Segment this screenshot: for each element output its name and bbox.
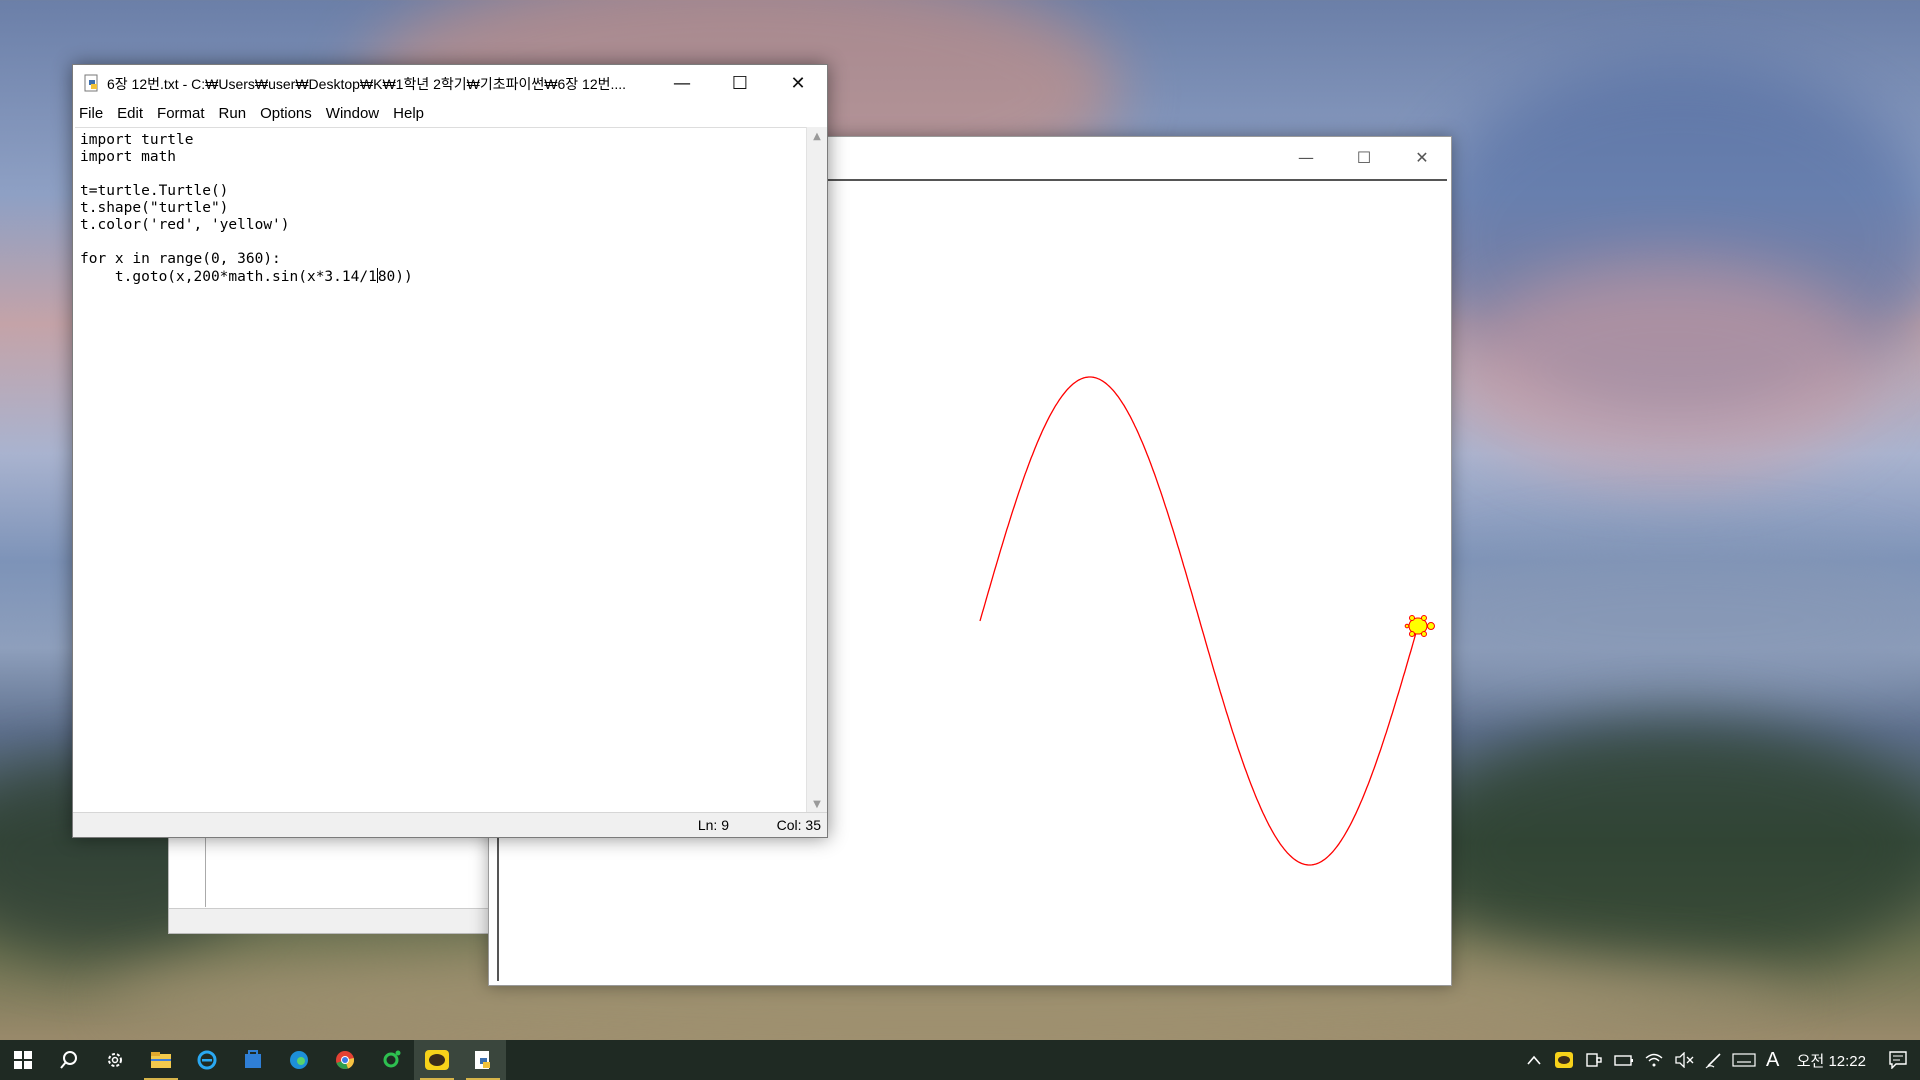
wallpaper-trees	[1420, 720, 1920, 980]
status-line: Ln: 9	[697, 817, 729, 833]
menu-run[interactable]: Run	[219, 105, 247, 122]
idle-editor-window[interactable]: 6장 12번.txt - C:₩Users₩user₩Desktop₩K₩1학년…	[72, 64, 828, 838]
editor-minimize-button[interactable]: —	[653, 65, 711, 101]
camera-tray-icon[interactable]	[1579, 1040, 1609, 1080]
settings-icon[interactable]	[92, 1040, 138, 1080]
menu-window[interactable]: Window	[326, 105, 379, 122]
code-line[interactable]: t.color('red', 'yellow')	[80, 217, 290, 233]
text-cursor	[376, 268, 378, 283]
editor-menubar: File Edit Format Run Options Window Help	[73, 101, 827, 125]
store-icon[interactable]	[230, 1040, 276, 1080]
taskbar-clock[interactable]: 오전 12:22	[1787, 1050, 1876, 1071]
menu-file[interactable]: File	[79, 105, 103, 122]
show-hidden-icons-chevron-up-icon[interactable]	[1519, 1040, 1549, 1080]
editor-titlebar[interactable]: 6장 12번.txt - C:₩Users₩user₩Desktop₩K₩1학년…	[73, 65, 827, 101]
code-line[interactable]: import turtle	[80, 132, 194, 148]
file-explorer-icon[interactable]	[138, 1040, 184, 1080]
editor-maximize-button[interactable]: ☐	[711, 65, 769, 101]
battery-tray-icon[interactable]	[1609, 1040, 1639, 1080]
pen-tray-icon[interactable]	[1699, 1040, 1729, 1080]
idle-python-icon[interactable]	[460, 1040, 506, 1080]
editor-statusbar: Ln: 9 Col: 35	[73, 812, 827, 837]
turtle-maximize-button[interactable]: ☐	[1335, 137, 1393, 177]
volume-muted-icon[interactable]	[1669, 1040, 1699, 1080]
taskbar: A 오전 12:22	[0, 1040, 1920, 1080]
code-line[interactable]: for x in range(0, 360):	[80, 251, 281, 267]
system-tray: A 오전 12:22	[1519, 1040, 1920, 1080]
code-line[interactable]: import math	[80, 149, 176, 165]
editor-title: 6장 12번.txt - C:₩Users₩user₩Desktop₩K₩1학년…	[107, 76, 627, 92]
wallpaper-cloud	[1460, 260, 1880, 480]
python-file-icon	[84, 74, 98, 92]
line-app-icon[interactable]	[368, 1040, 414, 1080]
kakaotalk-tray-icon[interactable]	[1549, 1040, 1579, 1080]
status-column: Col: 35	[776, 817, 821, 833]
editor-close-button[interactable]: ✕	[769, 65, 827, 101]
input-method-indicator[interactable]: A	[1759, 1049, 1787, 1072]
menu-edit[interactable]: Edit	[117, 105, 143, 122]
search-icon[interactable]	[46, 1040, 92, 1080]
notification-center-icon[interactable]	[1876, 1040, 1920, 1080]
scroll-up-arrow-icon[interactable]: ▲	[807, 127, 827, 145]
editor-vertical-scrollbar[interactable]: ▲ ▼	[806, 127, 827, 813]
chrome-icon[interactable]	[322, 1040, 368, 1080]
edge-icon[interactable]	[276, 1040, 322, 1080]
touch-keyboard-icon[interactable]	[1729, 1040, 1759, 1080]
menu-format[interactable]: Format	[157, 105, 205, 122]
wallpaper-sea	[1400, 540, 1920, 700]
menu-options[interactable]: Options	[260, 105, 312, 122]
menu-help[interactable]: Help	[393, 105, 424, 122]
turtle-close-button[interactable]: ✕	[1393, 137, 1451, 177]
windows-start-icon[interactable]	[0, 1040, 46, 1080]
scroll-down-arrow-icon[interactable]: ▼	[807, 795, 827, 813]
turtle-cursor-icon	[1404, 615, 1435, 638]
internet-explorer-icon[interactable]	[184, 1040, 230, 1080]
code-editor[interactable]: import turtle import math t=turtle.Turtl…	[75, 127, 807, 813]
turtle-minimize-button[interactable]: —	[1277, 137, 1335, 177]
sine-curve-path	[979, 376, 1419, 866]
code-line[interactable]: t.shape("turtle")	[80, 200, 228, 216]
code-line[interactable]: t.goto(x,200*math.sin(x*3.14/180))	[80, 268, 413, 285]
code-text[interactable]: import turtle import math t=turtle.Turtl…	[75, 128, 807, 290]
code-line[interactable]: t=turtle.Turtle()	[80, 183, 228, 199]
kakaotalk-icon[interactable]	[414, 1040, 460, 1080]
background-window-scrollbar[interactable]	[169, 908, 491, 933]
wifi-tray-icon[interactable]	[1639, 1040, 1669, 1080]
